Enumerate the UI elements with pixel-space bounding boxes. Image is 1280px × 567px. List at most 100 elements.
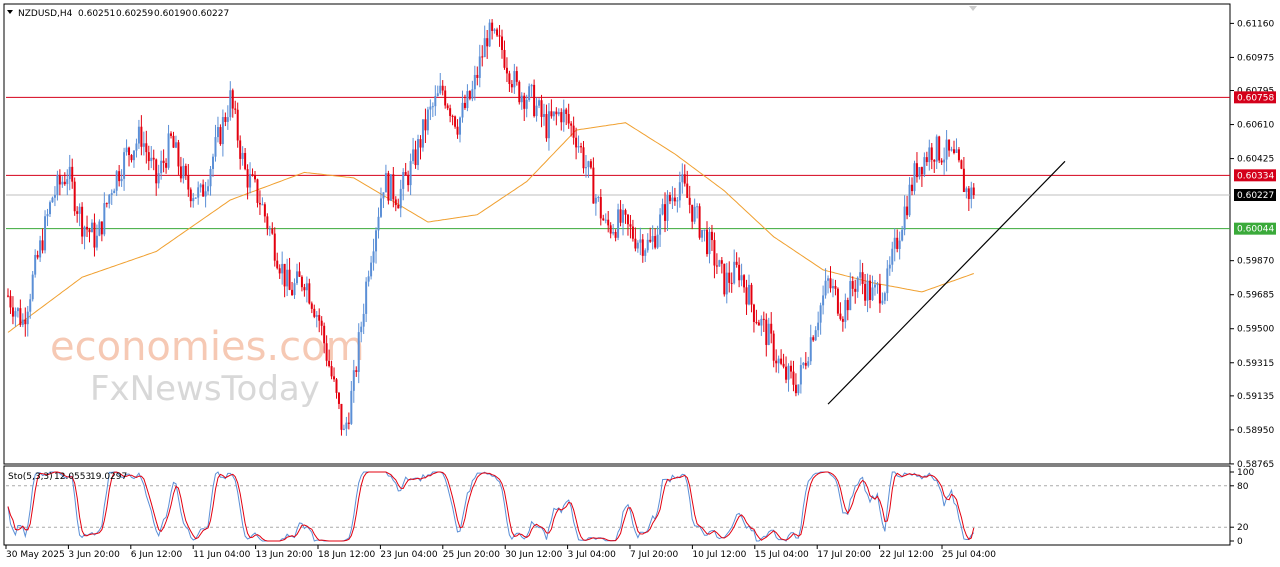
candle-bear [273,233,276,261]
time-tick-label: 6 Jun 12:00 [131,550,183,560]
candle-bull [970,187,973,199]
candle-bull [666,195,669,221]
candle-bull [827,278,830,281]
candle-bear [140,126,143,147]
candle-bear [508,73,511,85]
time-tick-label: 23 Jun 04:00 [380,550,437,560]
candle-bear [456,126,459,135]
candle-bull [676,200,679,202]
candle-bull [584,167,587,169]
candle-bull [466,91,469,108]
candle-bear [337,392,340,404]
candle-bear [972,187,975,196]
candle-bull [661,204,664,215]
candle-bear [864,283,867,301]
candle-bear [24,319,27,325]
candle-bull [831,286,834,289]
stoch-tick-label: 20 [1237,523,1249,533]
candle-bear [770,323,773,334]
price-tick-label: 0.59685 [1237,291,1274,301]
candle-bull [725,272,728,295]
candle-bear [933,159,936,162]
candle-bull [113,190,116,194]
candle-bull [14,311,17,317]
candle-bear [404,172,407,175]
candle-bull [125,147,128,153]
candle-bear [340,403,343,430]
candle-bull [824,280,827,296]
candle-bear [713,240,716,266]
candle-bull [597,197,600,199]
candle-bull [194,197,197,199]
candle-bull [488,22,491,47]
candle-bear [100,221,103,235]
candle-bull [473,74,476,90]
candle-bull [44,216,47,251]
candle-bull [315,315,318,317]
current-price-label: 0.60227 [1237,191,1274,201]
candle-bear [239,140,242,159]
candle-bull [157,173,160,184]
stochastic-panel[interactable] [3,465,1231,546]
candle-bear [812,337,815,341]
candle-bear [392,174,395,200]
time-tick-label: 13 Jun 20:00 [256,550,313,560]
candle-bear [785,366,788,380]
price-tick-label: 0.60610 [1237,121,1274,131]
candle-bear [614,231,617,238]
candle-bull [644,250,647,256]
candle-bear [953,149,956,153]
candle-bear [501,36,503,50]
candle-bear [73,181,76,212]
candle-bull [68,166,71,180]
price-tick-label: 0.59315 [1237,359,1274,369]
candle-bear [738,264,741,281]
candle-bull [182,165,185,179]
candle-bull [135,143,138,151]
candle-bull [718,260,721,267]
candle-bear [572,125,575,138]
candle-bear [288,269,291,290]
level-price-label: 0.60334 [1237,171,1274,181]
candle-bear [602,218,605,221]
candle-bull [357,332,360,372]
candle-bear [626,214,629,225]
candle-bear [419,139,422,148]
candle-bear [88,229,91,233]
candle-bull [98,221,101,236]
candle-bear [654,236,657,248]
candle-bull [103,203,106,235]
candle-bull [95,235,98,248]
candle-bear [451,115,454,117]
candle-bull [928,147,931,163]
candle-bull [431,106,434,108]
symbol-label: NZDUSD,H4 [18,9,73,19]
candle-bull [693,206,696,222]
candle-bear [303,287,306,291]
candle-bear [804,362,807,366]
candle-bear [397,205,400,209]
candle-bear [619,209,622,223]
candle-bull [160,160,163,174]
candle-bull [402,172,405,189]
chart-canvas[interactable]: economies.com FxNewsToday 0.61160 0.60975… [0,0,1280,567]
candle-bear [967,188,970,199]
candle-bull [229,90,232,118]
candle-bull [345,422,348,429]
candle-bull [520,95,523,103]
candle-bull [132,150,135,161]
candle-bear [710,231,713,241]
candle-bear [476,74,479,78]
candle-bear [772,333,775,361]
high-value: 0.60259 [116,9,153,19]
candle-bear [567,114,570,124]
candle-bear [743,275,746,288]
candle-bear [691,204,694,222]
open-value: 0.60251 [78,9,115,19]
time-tick-label: 7 Jul 20:00 [630,550,679,560]
candle-bear [162,160,165,163]
candle-bear [540,100,543,117]
candle-bull [53,194,56,198]
candle-bull [760,318,763,326]
candle-bull [226,117,229,122]
